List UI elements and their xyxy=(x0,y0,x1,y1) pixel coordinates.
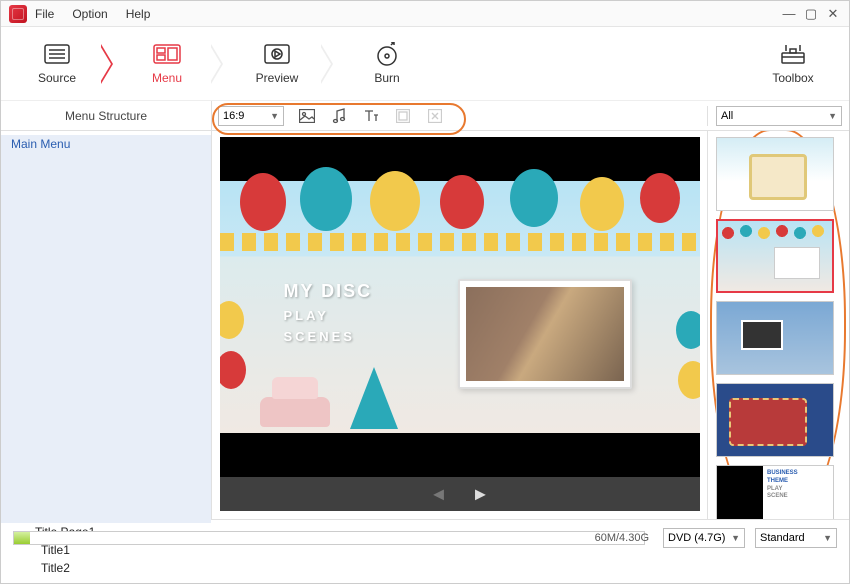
chevron-down-icon: ▼ xyxy=(270,111,279,121)
disc-usage-bar xyxy=(13,531,645,545)
canvas-toolbar: 16:9 ▼ xyxy=(212,106,707,126)
prev-page-button: ◄ xyxy=(430,484,448,505)
template-thumbnail[interactable] xyxy=(716,301,834,375)
tab-menu-label: Menu xyxy=(152,71,182,85)
video-thumbnail xyxy=(466,287,624,381)
preview-icon xyxy=(262,43,292,65)
tab-separator-icon xyxy=(101,44,123,84)
template-filter-select[interactable]: All ▼ xyxy=(716,106,842,126)
main-menu: File Option Help xyxy=(35,7,150,21)
template-thumbnail[interactable] xyxy=(716,137,834,211)
page-nav: ◄ ► xyxy=(220,477,700,511)
balloon-decoration xyxy=(300,167,352,231)
template-thumbnail[interactable] xyxy=(716,219,834,293)
balloon-decoration xyxy=(370,171,420,231)
balloon-decoration xyxy=(220,301,244,339)
aspect-ratio-value: 16:9 xyxy=(223,110,244,122)
tab-menu[interactable]: Menu xyxy=(123,43,211,85)
workflow-tabs: Source Menu Preview Burn Toolbox xyxy=(1,27,849,101)
tab-burn-label: Burn xyxy=(374,71,399,85)
menu-scene: MY DISC PLAY SCENES xyxy=(220,181,700,433)
aspect-ratio-select[interactable]: 16:9 ▼ xyxy=(218,106,284,126)
party-hat-decoration xyxy=(350,367,398,429)
disc-usage-text: 60M/4.30G xyxy=(591,532,653,544)
disc-usage-fill xyxy=(14,532,30,544)
delete-button xyxy=(426,107,444,125)
quality-value: Standard xyxy=(760,532,805,544)
tab-source-label: Source xyxy=(38,71,76,85)
source-icon xyxy=(42,43,72,65)
menu-canvas[interactable]: MY DISC PLAY SCENES xyxy=(220,137,700,477)
close-button[interactable]: ✕ xyxy=(825,6,841,22)
tab-preview-label: Preview xyxy=(256,71,299,85)
main-area: Main Menu -Title Page1 Title1 Title2 MY xyxy=(1,131,849,519)
chevron-down-icon: ▼ xyxy=(731,533,740,543)
add-chapter-button xyxy=(394,107,412,125)
title-bar: File Option Help — ▢ ✕ xyxy=(1,1,849,27)
balloon-decoration xyxy=(440,175,484,229)
tool-icons xyxy=(298,107,444,125)
balloon-decoration xyxy=(678,361,700,399)
preview-pane: MY DISC PLAY SCENES ◄ ► xyxy=(212,131,707,519)
disc-type-value: DVD (4.7G) xyxy=(668,532,725,544)
toolbox-icon xyxy=(778,43,808,65)
secondary-toolbar: Menu Structure 16:9 ▼ All ▼ xyxy=(1,101,849,131)
tab-preview[interactable]: Preview xyxy=(233,43,321,85)
template-list: BUSINESS THEME PLAY SCENE xyxy=(707,131,849,519)
window-controls: — ▢ ✕ xyxy=(781,6,841,22)
tab-toolbox[interactable]: Toolbox xyxy=(749,43,837,85)
disc-play-button[interactable]: PLAY xyxy=(284,308,373,323)
balloon-decoration xyxy=(580,177,624,231)
balloon-decoration xyxy=(640,173,680,223)
chevron-down-icon: ▼ xyxy=(823,533,832,543)
disc-text-block[interactable]: MY DISC PLAY SCENES xyxy=(284,281,373,344)
add-image-button[interactable] xyxy=(298,107,316,125)
chevron-down-icon: ▼ xyxy=(828,111,837,121)
template-thumbnail[interactable]: BUSINESS THEME PLAY SCENE xyxy=(716,465,834,519)
template-thumbnail[interactable] xyxy=(716,383,834,457)
menu-file[interactable]: File xyxy=(35,7,54,21)
add-text-button[interactable] xyxy=(362,107,380,125)
next-page-button[interactable]: ► xyxy=(472,484,490,505)
quality-select[interactable]: Standard ▼ xyxy=(755,528,837,548)
add-music-button[interactable] xyxy=(330,107,348,125)
bunting-decoration xyxy=(220,233,700,251)
menu-icon xyxy=(152,43,182,65)
menu-structure-header: Menu Structure xyxy=(1,101,212,131)
cake-decoration xyxy=(260,367,330,427)
menu-option[interactable]: Option xyxy=(72,7,107,21)
maximize-button[interactable]: ▢ xyxy=(803,6,819,22)
balloon-decoration xyxy=(510,169,558,227)
balloon-decoration xyxy=(220,351,246,389)
template-filter-wrap: All ▼ xyxy=(707,106,849,126)
menu-structure-tree: Main Menu -Title Page1 Title1 Title2 xyxy=(1,131,212,519)
video-thumbnail-frame[interactable] xyxy=(458,279,632,389)
tab-source[interactable]: Source xyxy=(13,43,101,85)
tab-separator-icon xyxy=(211,44,233,84)
tab-toolbox-label: Toolbox xyxy=(772,71,813,85)
balloon-decoration xyxy=(240,173,286,231)
tree-item-title2[interactable]: Title2 xyxy=(1,559,211,577)
tab-separator-icon xyxy=(321,44,343,84)
template-filter-value: All xyxy=(721,110,733,122)
menu-help[interactable]: Help xyxy=(126,7,151,21)
tree-item-main-menu[interactable]: Main Menu xyxy=(1,135,211,523)
disc-title: MY DISC xyxy=(284,281,373,302)
minimize-button[interactable]: — xyxy=(781,6,797,21)
burn-icon xyxy=(372,43,402,65)
app-logo-icon xyxy=(9,5,27,23)
disc-scenes-button[interactable]: SCENES xyxy=(284,329,373,344)
tab-burn[interactable]: Burn xyxy=(343,43,431,85)
disc-type-select[interactable]: DVD (4.7G) ▼ xyxy=(663,528,745,548)
balloon-decoration xyxy=(676,311,700,349)
